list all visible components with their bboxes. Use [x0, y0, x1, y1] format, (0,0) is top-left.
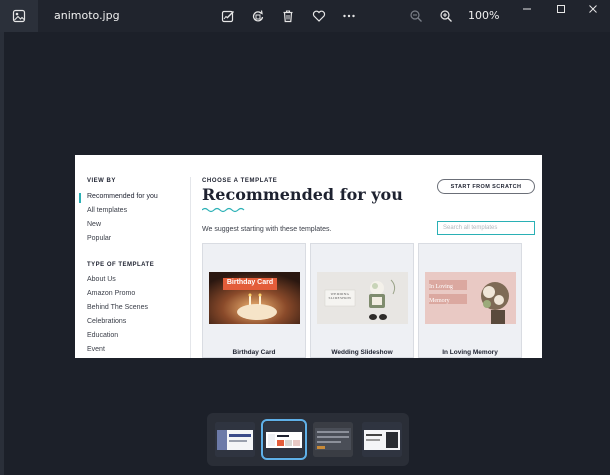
choose-template-eyebrow: CHOOSE A TEMPLATE [202, 178, 278, 184]
minimize-icon[interactable] [512, 0, 542, 18]
filmstrip [207, 413, 409, 466]
filmstrip-thumbnail-selected[interactable] [261, 419, 307, 460]
sidebar-item-about-us: About Us [87, 276, 116, 283]
card-label: Birthday Card [232, 349, 276, 356]
more-icon[interactable] [339, 6, 359, 26]
filmstrip-thumbnail[interactable] [313, 422, 353, 457]
filmstrip-thumbnail[interactable] [215, 422, 255, 457]
start-from-scratch-button: START FROM SCRATCH [437, 179, 535, 194]
view-by-heading: VIEW BY [87, 178, 116, 184]
sidebar-item-education: Education [87, 332, 119, 339]
birthday-card-thumbnail: Birthday Card [209, 272, 300, 324]
sidebar-item-celebrations: Celebrations [87, 318, 127, 325]
template-sidebar: VIEW BY Recommended for you All template… [75, 155, 190, 358]
sidebar-item-all-templates: All templates [87, 207, 128, 214]
left-edge-strip [0, 32, 4, 475]
sidebar-item-new: New [87, 221, 102, 228]
edit-image-icon[interactable] [218, 6, 238, 26]
sidebar-item-behind-the-scenes: Behind The Scenes [87, 304, 148, 311]
title-bar: animoto.jpg 100% [0, 0, 610, 32]
maximize-icon[interactable] [546, 0, 576, 18]
zoom-level[interactable]: 100% [468, 9, 499, 22]
memory-thumb-text: In Loving Memory [429, 284, 453, 304]
heart-icon[interactable] [309, 6, 329, 26]
displayed-image: VIEW BY Recommended for you All template… [75, 155, 542, 358]
file-name: animoto.jpg [54, 9, 120, 22]
template-card-in-loving-memory: In Loving Memory In Loving Memory [418, 243, 522, 358]
close-icon[interactable] [578, 0, 608, 18]
photo-app-icon [0, 0, 38, 32]
suggestion-text: We suggest starting with these templates… [202, 226, 332, 233]
active-indicator [79, 193, 81, 203]
sidebar-item-recommended: Recommended for you [87, 193, 158, 200]
trash-icon[interactable] [278, 6, 298, 26]
sidebar-item-amazon-promo: Amazon Promo [87, 290, 136, 297]
zoom-out-icon[interactable] [406, 6, 426, 26]
wedding-slideshow-thumbnail: WEDDING SLIDESHOW [317, 272, 408, 324]
wedding-thumb-text: WEDDING SLIDESHOW [328, 292, 352, 300]
birthday-thumb-text: Birthday Card [226, 279, 274, 286]
sidebar-item-event: Event [87, 346, 105, 353]
squiggle-underline [202, 207, 245, 213]
page-title: Recommended for you [202, 185, 403, 204]
filmstrip-thumbnail[interactable] [362, 422, 402, 457]
search-templates-input: Search all templates [437, 221, 535, 235]
template-card-wedding: WEDDING SLIDESHOW Wedding Slideshow [310, 243, 414, 358]
type-of-template-heading: TYPE OF TEMPLATE [87, 262, 155, 268]
in-loving-memory-thumbnail: In Loving Memory [425, 272, 516, 324]
card-label: Wedding Slideshow [331, 349, 393, 356]
zoom-in-icon[interactable] [436, 6, 456, 26]
sidebar-item-popular: Popular [87, 235, 112, 242]
template-card-birthday: Birthday Card Birthday Card [202, 243, 306, 358]
card-label: In Loving Memory [442, 349, 498, 356]
sidebar-divider [190, 177, 191, 358]
rotate-icon[interactable] [248, 6, 268, 26]
